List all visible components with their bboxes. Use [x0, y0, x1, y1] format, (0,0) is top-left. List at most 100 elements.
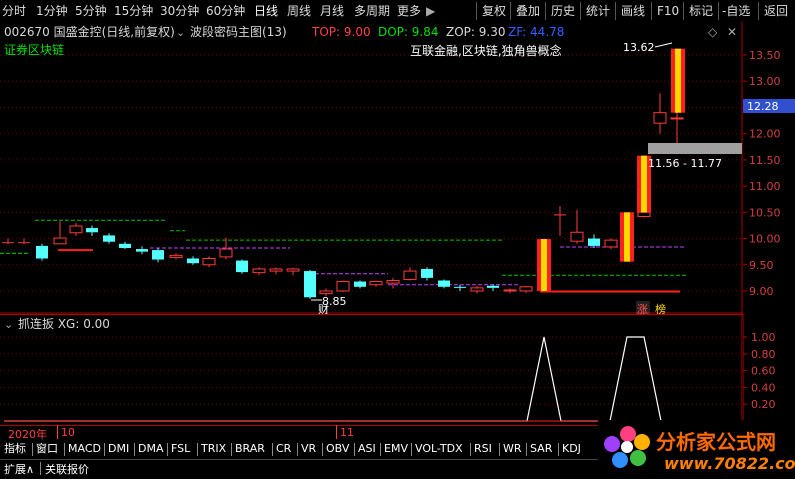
candle-body	[386, 280, 400, 284]
tab-1min[interactable]: 1分钟	[36, 3, 68, 19]
candle-body	[637, 211, 651, 218]
flower-logo-icon	[604, 426, 650, 468]
tab-asi[interactable]: ASI	[358, 441, 376, 457]
tab-15min[interactable]: 15分钟	[114, 3, 153, 19]
candle-body	[519, 286, 533, 292]
statistics-button[interactable]: 统计	[586, 3, 610, 19]
candle-body	[570, 231, 584, 242]
chevron-right-icon[interactable]: ▶	[426, 3, 435, 19]
bottom-bar: 扩展∧ 关联报价	[0, 459, 600, 479]
tab-emv[interactable]: EMV	[384, 441, 408, 457]
candle-body	[169, 254, 183, 258]
tab-obv[interactable]: OBV	[326, 441, 349, 457]
indicator-tick: 0.80	[751, 348, 776, 361]
toolbar: 分时 1分钟 5分钟 15分钟 30分钟 60分钟 日线 周线 月线 多周期 更…	[0, 0, 795, 23]
cai-badge: 财	[318, 302, 329, 314]
candle-body	[18, 242, 30, 244]
zhang-badge: 涨	[637, 303, 648, 314]
tab-kdj[interactable]: KDJ	[562, 441, 581, 457]
candle-body	[588, 238, 600, 246]
tab-dmi[interactable]: DMI	[108, 441, 129, 457]
candle-body	[236, 260, 248, 273]
candle-body	[103, 235, 115, 242]
logo-name: 分析家公式网	[656, 430, 776, 454]
tab-vr[interactable]: VR	[301, 441, 316, 457]
tab-macd[interactable]: MACD	[68, 441, 101, 457]
current-price-label: 12.28	[747, 100, 779, 113]
tab-cr[interactable]: CR	[276, 441, 291, 457]
price-tick: 11.50	[749, 154, 781, 167]
indicator-tabs: 指标 窗口 MACD DMI DMA FSL TRIX BRAR CR VR O…	[0, 441, 600, 458]
indicator-title: 抓连扳 XG: 0.00	[18, 316, 110, 331]
f10-button[interactable]: F10	[657, 3, 679, 19]
tab-fsl[interactable]: FSL	[171, 441, 190, 457]
concept-label: 证券区块链	[4, 42, 64, 57]
bang-badge: 榜	[655, 302, 666, 314]
candlestick-chart[interactable]: 002670 国盛金控(日线,前复权) ⌄ 波段密码主图(13) TOP: 9.…	[0, 22, 743, 314]
draw-line-button[interactable]: 画线	[621, 3, 645, 19]
candle-body	[219, 248, 233, 258]
top-label: TOP: 9.00	[311, 25, 371, 39]
candle-body	[187, 258, 199, 264]
candle-body	[653, 112, 667, 124]
tab-rsi[interactable]: RSI	[474, 441, 492, 457]
candle-body	[354, 281, 366, 287]
history-button[interactable]: 历史	[551, 3, 575, 19]
tab-multi-period[interactable]: 多周期	[354, 3, 390, 19]
tab-分时[interactable]: 分时	[2, 3, 26, 19]
tab-trix[interactable]: TRIX	[201, 441, 226, 457]
remove-watchlist-button[interactable]: -自选	[722, 3, 750, 19]
zf-label: ZF: 44.78	[508, 25, 564, 39]
candle-body	[286, 268, 300, 272]
tab-monthly[interactable]: 月线	[320, 3, 344, 19]
candle-body	[304, 271, 316, 298]
restore-rights-button[interactable]: 复权	[482, 3, 506, 19]
tab-5min[interactable]: 5分钟	[75, 3, 107, 19]
candle-body	[604, 239, 618, 248]
candle-body	[202, 257, 216, 266]
dop-label: DOP: 9.84	[378, 25, 439, 39]
site-logo: 分析家公式网 www.70822.com	[598, 420, 795, 479]
tab-30min[interactable]: 30分钟	[160, 3, 199, 19]
tab-brar[interactable]: BRAR	[235, 441, 265, 457]
candle-body	[119, 243, 131, 248]
indicator-tick: 0.20	[751, 398, 776, 411]
indicator-axis: 1.00 0.80 0.60 0.40 0.20	[743, 314, 795, 426]
candle-body	[86, 228, 98, 233]
candle-body	[36, 245, 48, 259]
month-10-label: 10	[61, 426, 75, 439]
related-quote-button[interactable]: 关联报价	[45, 461, 89, 477]
candle-body	[503, 289, 517, 292]
tab-dma[interactable]: DMA	[138, 441, 164, 457]
tab-wr[interactable]: WR	[503, 441, 522, 457]
indicator-tick: 1.00	[751, 331, 776, 344]
tab-60min[interactable]: 60分钟	[206, 3, 245, 19]
price-tick: 10.50	[749, 206, 781, 219]
mark-button[interactable]: 标记	[689, 3, 713, 19]
candle-body	[470, 287, 484, 292]
price-tick: 13.50	[749, 49, 781, 62]
chevron-down-icon: ⌄	[4, 318, 13, 331]
tab-sar[interactable]: SAR	[530, 441, 552, 457]
indicator-tick: 0.40	[751, 381, 776, 394]
stock-title: 002670 国盛金控(日线,前复权)	[4, 24, 175, 39]
tab-more[interactable]: 更多	[397, 3, 421, 19]
tab-window[interactable]: 窗口	[36, 441, 58, 457]
candle-body	[69, 225, 83, 234]
concept-tags: 互联金融,区块链,独角兽概念	[410, 43, 562, 58]
tab-weekly[interactable]: 周线	[287, 3, 311, 19]
tab-indicator[interactable]: 指标	[4, 441, 26, 457]
price-tick: 10.00	[749, 233, 781, 246]
back-button[interactable]: 返回	[764, 3, 788, 19]
high-price-label: 13.62	[623, 41, 655, 54]
chevron-down-icon: ⌄	[176, 26, 185, 39]
candle-body	[136, 249, 148, 252]
candle-body	[369, 281, 383, 286]
range-marker	[648, 143, 742, 154]
tab-daily[interactable]: 日线	[254, 3, 278, 19]
indicator-panel[interactable]: ⌄ 抓连扳 XG: 0.00	[0, 314, 743, 426]
expand-button[interactable]: 扩展∧	[4, 461, 34, 477]
overlay-button[interactable]: 叠加	[516, 3, 540, 19]
price-tick: 13.00	[749, 75, 781, 88]
tab-vol-tdx[interactable]: VOL-TDX	[415, 441, 463, 457]
